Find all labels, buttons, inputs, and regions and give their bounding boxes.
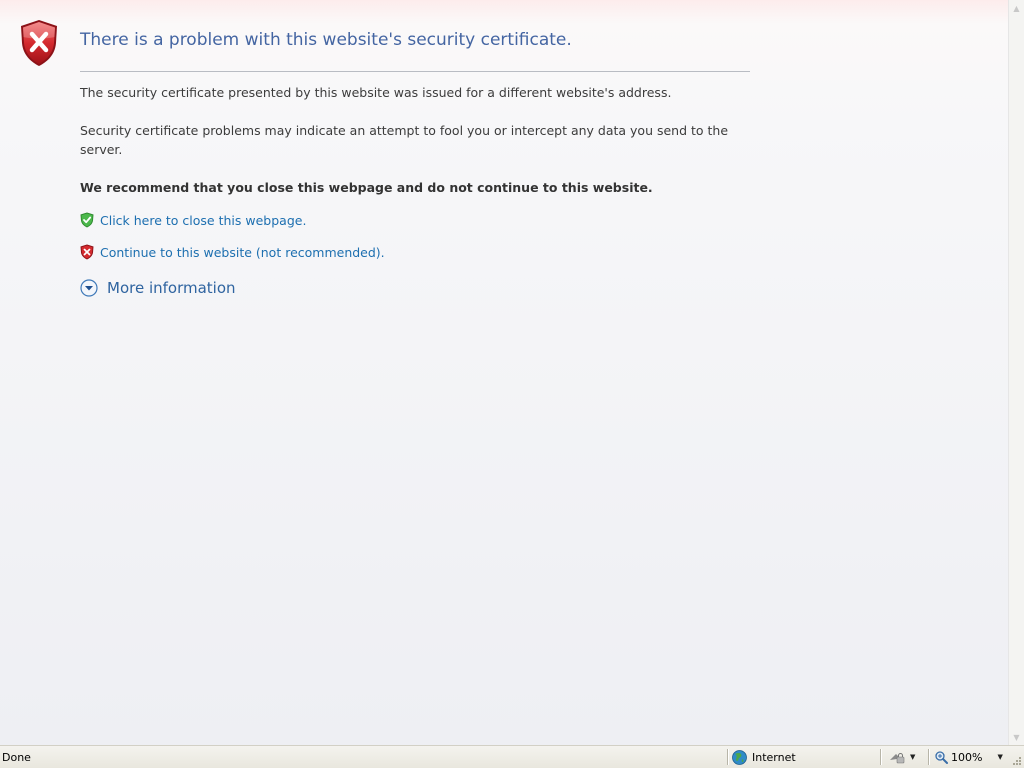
protected-mode-control[interactable]: ▼ xyxy=(888,746,915,768)
zoom-control[interactable]: 100% ▼ xyxy=(935,746,1003,768)
status-bar: Done Internet ▼ 100% ▼ xyxy=(0,745,1024,768)
arrow-up-icon: ▲ xyxy=(1013,3,1020,13)
status-separator xyxy=(880,749,882,765)
zoom-level: 100% xyxy=(951,750,983,764)
scroll-up-button[interactable]: ▲ xyxy=(1009,0,1024,16)
continue-to-website-link[interactable]: Continue to this website (not recommende… xyxy=(80,244,385,260)
close-webpage-link[interactable]: Click here to close this webpage. xyxy=(80,212,306,228)
arrow-down-icon: ▼ xyxy=(1013,732,1020,742)
resize-grip-icon[interactable] xyxy=(1011,755,1022,766)
title-divider xyxy=(80,71,750,72)
more-information-toggle[interactable]: More information xyxy=(80,279,236,297)
browser-viewport: There is a problem with this website's s… xyxy=(0,0,1008,745)
chevron-down-icon[interactable]: ▼ xyxy=(910,753,915,761)
certificate-warning-text: Security certificate problems may indica… xyxy=(80,123,729,157)
shield-x-icon xyxy=(21,20,57,66)
shield-check-icon xyxy=(80,212,94,228)
security-zone[interactable]: Internet xyxy=(732,746,796,768)
shield-x-small-icon xyxy=(80,244,94,260)
more-information-label[interactable]: More information xyxy=(107,279,236,297)
recommendation-text: We recommend that you close this webpage… xyxy=(80,180,653,195)
chevron-down-circle-icon[interactable] xyxy=(80,279,98,297)
status-text: Done xyxy=(2,750,31,764)
scroll-down-button[interactable]: ▼ xyxy=(1009,729,1024,745)
magnifier-icon xyxy=(935,750,948,764)
certificate-mismatch-text: The security certificate presented by th… xyxy=(80,85,672,100)
security-settings-icon xyxy=(890,753,905,764)
status-separator xyxy=(928,749,930,765)
chevron-down-icon[interactable]: ▼ xyxy=(997,753,1002,761)
continue-to-website-label[interactable]: Continue to this website (not recommende… xyxy=(100,245,385,260)
globe-icon xyxy=(732,749,747,765)
page-title: There is a problem with this website's s… xyxy=(80,30,572,50)
status-separator xyxy=(727,749,729,765)
zone-label: Internet xyxy=(752,750,796,764)
vertical-scrollbar[interactable]: ▲ ▼ xyxy=(1008,0,1024,745)
close-webpage-label[interactable]: Click here to close this webpage. xyxy=(100,213,306,228)
